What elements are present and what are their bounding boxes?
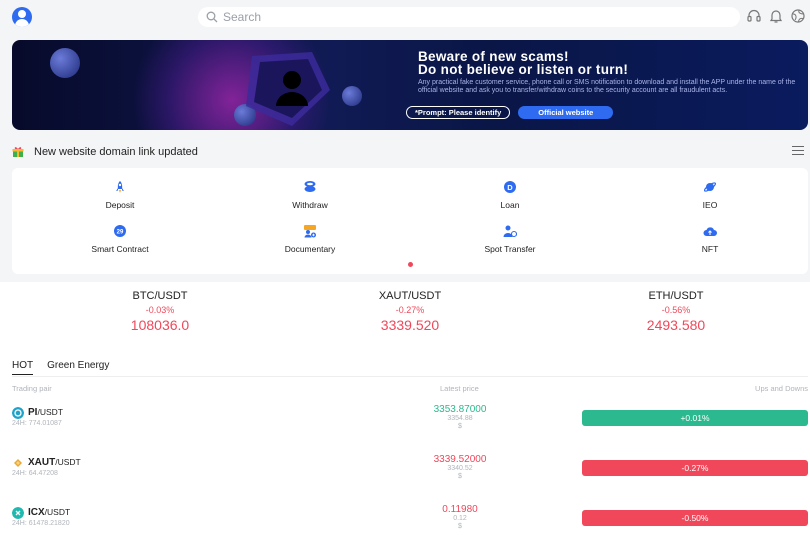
xaut-coin-icon	[14, 459, 22, 467]
pair-volume: 24H: 774.01087	[12, 420, 62, 427]
ticker-pair: XAUT/USDT	[378, 290, 442, 302]
stack-icon	[304, 181, 316, 192]
latest-price: 3353.87000 3354.88 $	[433, 404, 487, 430]
ticker-pair: ETH/USDT	[648, 290, 704, 302]
carousel-dot[interactable]	[408, 262, 413, 267]
quick-action-label: Documentary	[284, 244, 336, 254]
column-header-change: Ups and Downs	[755, 384, 808, 393]
globe-icon[interactable]	[790, 8, 806, 24]
change-badge[interactable]: +0.01%	[582, 410, 808, 426]
pair-volume: 24H: 64.47208	[12, 470, 58, 477]
ticker-eth[interactable]: ETH/USDT -0.56% 2493.580	[576, 290, 776, 333]
quick-action-label: Spot Transfer	[484, 244, 536, 254]
ticker-pair: BTC/USDT	[132, 290, 188, 302]
ticker-change: -0.56%	[661, 305, 691, 315]
quick-action-label: Loan	[500, 200, 520, 210]
deposit-button[interactable]: Deposit	[40, 180, 200, 210]
tab-green-energy[interactable]: Green Energy	[47, 360, 109, 375]
gift-icon	[12, 147, 24, 157]
notice-bar[interactable]: New website domain link updated	[12, 144, 808, 160]
quick-action-label: Withdraw	[292, 200, 328, 210]
table-row[interactable]: XAUT/USDT 24H: 64.47208 3339.52000 3340.…	[0, 454, 810, 490]
banner-prompt: *Prompt: Please identify	[406, 106, 511, 119]
nft-button[interactable]: NFT	[630, 224, 790, 254]
latest-price: 3339.52000 3340.52 $	[433, 454, 487, 480]
cloud-upload-icon	[703, 227, 717, 236]
ieo-button[interactable]: IEO	[630, 180, 790, 210]
search-icon	[206, 11, 218, 23]
top-bar: Search	[0, 0, 810, 34]
market-section: BTC/USDT -0.03% 108036.0 XAUT/USDT -0.27…	[0, 282, 810, 540]
quick-action-label: IEO	[702, 200, 718, 210]
notice-text: New website domain link updated	[34, 146, 198, 158]
pair-symbol: XAUT/USDT	[28, 457, 81, 468]
column-header-pair: Trading pair	[12, 384, 52, 393]
banner-body-text: Any practical fake customer service, pho…	[418, 79, 796, 94]
quick-action-label: NFT	[701, 244, 719, 254]
quick-action-label: Smart Contract	[91, 244, 149, 254]
contract-icon: 29	[114, 225, 126, 237]
market-tabs: HOT Green Energy	[12, 360, 109, 375]
coin-icon	[342, 86, 362, 106]
ticker-price: 3339.520	[380, 317, 440, 333]
search-input[interactable]: Search	[198, 7, 740, 27]
svg-text:D: D	[507, 183, 513, 192]
table-row[interactable]: PI/USDT 24H: 774.01087 3353.87000 3354.8…	[0, 404, 810, 440]
spot-transfer-button[interactable]: Spot Transfer	[430, 224, 590, 254]
pair-symbol: ICX/USDT	[28, 507, 71, 518]
quick-action-label: Deposit	[105, 200, 135, 210]
transfer-user-icon	[503, 225, 517, 238]
smart-contract-button[interactable]: 29 Smart Contract	[40, 224, 200, 254]
table-row[interactable]: ICX/USDT 24H: 61478.21820 0.11980 0.12 $…	[0, 504, 810, 540]
loan-coin-icon: D	[504, 181, 516, 193]
svg-text:29: 29	[117, 229, 124, 235]
tabs-divider	[12, 376, 808, 377]
ticker-price: 2493.580	[646, 317, 706, 333]
ticker-change: -0.03%	[145, 305, 175, 315]
ticker-change: -0.27%	[395, 305, 425, 315]
shield-icon	[246, 52, 330, 126]
documentary-button[interactable]: Documentary	[230, 224, 390, 254]
quick-actions-panel: Deposit Withdraw D Loan IEO 29 Smart Con…	[12, 168, 808, 274]
coin-icon	[50, 48, 80, 78]
latest-price: 0.11980 0.12 $	[442, 504, 478, 530]
user-avatar-icon[interactable]	[12, 7, 32, 27]
column-header-price: Latest price	[440, 384, 479, 393]
planet-icon	[703, 182, 717, 192]
pi-coin-icon	[12, 407, 24, 419]
official-website-button[interactable]: Official website	[518, 106, 614, 119]
users-icon	[304, 225, 316, 238]
change-badge[interactable]: -0.27%	[582, 460, 808, 476]
withdraw-button[interactable]: Withdraw	[230, 180, 390, 210]
bell-icon[interactable]	[768, 8, 784, 24]
search-placeholder: Search	[223, 10, 262, 24]
menu-lines-icon[interactable]	[792, 146, 804, 157]
change-badge[interactable]: -0.50%	[582, 510, 808, 526]
tab-hot[interactable]: HOT	[12, 360, 34, 375]
ticker-btc[interactable]: BTC/USDT -0.03% 108036.0	[60, 290, 260, 333]
loan-button[interactable]: D Loan	[430, 180, 590, 210]
headset-icon[interactable]	[746, 8, 762, 24]
ticker-xaut[interactable]: XAUT/USDT -0.27% 3339.520	[310, 290, 510, 333]
ticker-price: 108036.0	[130, 317, 190, 333]
pair-symbol: PI/USDT	[28, 407, 63, 418]
pair-volume: 24H: 61478.21820	[12, 520, 70, 527]
banner-title-line2: Do not believe or listen or turn!	[418, 62, 629, 77]
rocket-icon	[116, 181, 124, 193]
icx-coin-icon	[12, 507, 24, 519]
